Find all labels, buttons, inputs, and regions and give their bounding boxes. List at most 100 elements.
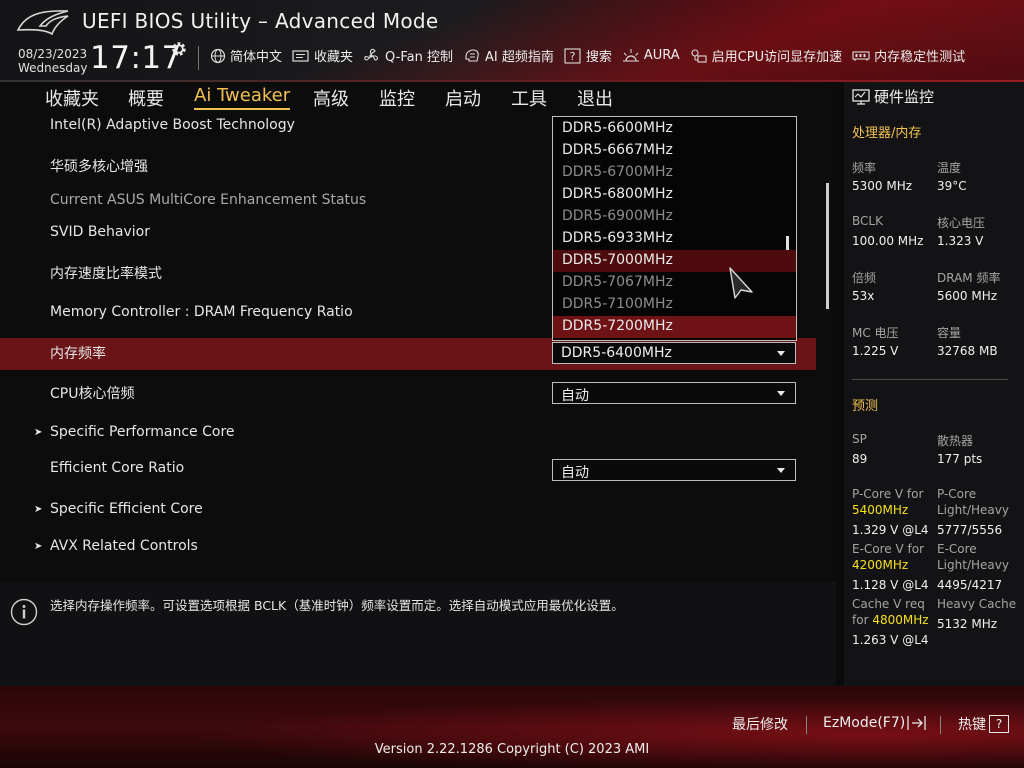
- last-modified-label: 最后修改: [732, 717, 788, 733]
- pcore-v-label: P-Core V for: [852, 487, 924, 501]
- setting-mce-status: Current ASUS MultiCore Enhancement Statu…: [50, 192, 367, 208]
- qfan-button[interactable]: Q-Fan 控制: [363, 46, 453, 65]
- tab-exit[interactable]: 退出: [577, 85, 613, 111]
- weekday-text: Wednesday: [18, 61, 88, 75]
- cache-v-label-2: for 4800MHz: [852, 613, 929, 627]
- hotkeys-label: 热键: [958, 717, 986, 733]
- search-button[interactable]: ? 搜索: [564, 46, 612, 65]
- ai-oc-guide-label: AI 超频指南: [484, 50, 554, 65]
- prediction-heading: 预测: [852, 399, 879, 414]
- ratio-label: 倍频: [852, 271, 877, 285]
- setting-efficient-core-ratio[interactable]: Efficient Core Ratio: [50, 460, 184, 476]
- memory-test-icon: [852, 50, 870, 61]
- cpu-memory-heading: 处理器/内存: [852, 126, 922, 141]
- cpu-temp-value: 39°C: [937, 179, 967, 193]
- toolbar-divider: [198, 46, 199, 70]
- cpu-vram-access-button[interactable]: 启用CPU访问显存加速: [690, 46, 842, 65]
- tab-monitor[interactable]: 监控: [379, 85, 415, 111]
- help-text: 选择内存操作频率。可设置选项根据 BCLK（基准时钟）频率设置而定。选择自动模式…: [50, 598, 624, 613]
- dropdown-option[interactable]: DDR5-6933MHz: [553, 228, 796, 250]
- aura-icon: [622, 48, 639, 61]
- sp-label: SP: [852, 432, 867, 446]
- hardware-monitor-panel: 硬件监控 处理器/内存 频率 温度 5300 MHz 39°C BCLK 核心电…: [844, 82, 1024, 686]
- tab-ai-tweaker[interactable]: Ai Tweaker: [194, 85, 291, 110]
- submenu-specific-performance-core[interactable]: Specific Performance Core: [50, 424, 235, 440]
- aura-button[interactable]: AURA: [622, 48, 680, 64]
- settings-scrollbar[interactable]: [826, 183, 829, 309]
- memory-frequency-select[interactable]: DDR5-6400MHz: [552, 342, 796, 364]
- header-bar: UEFI BIOS Utility – Advanced Mode 08/23/…: [0, 0, 1024, 82]
- tab-tool[interactable]: 工具: [511, 85, 547, 111]
- tab-boot[interactable]: 启动: [445, 85, 481, 111]
- gear-icon[interactable]: [170, 40, 188, 58]
- cache-v-value: 1.263 V @L4: [852, 633, 929, 647]
- setting-mem-ratio-mode[interactable]: 内存速度比率模式: [50, 263, 162, 283]
- dropdown-scrollbar[interactable]: [786, 236, 789, 250]
- setting-mc-dram-ratio[interactable]: Memory Controller : DRAM Frequency Ratio: [50, 304, 353, 320]
- submenu-avx-controls[interactable]: AVX Related Controls: [50, 538, 198, 554]
- tab-advanced[interactable]: 高级: [313, 85, 349, 111]
- setting-multicore-enhancement[interactable]: 华硕多核心增强: [50, 156, 148, 176]
- ecore-v-value: 1.128 V @L4: [852, 578, 929, 592]
- favorites-button[interactable]: 收藏夹: [292, 46, 353, 65]
- tab-main[interactable]: 概要: [128, 85, 164, 111]
- expand-arrow-icon: ➤: [34, 541, 43, 552]
- hotkeys-button[interactable]: 热键 ?: [958, 714, 1009, 734]
- rog-logo: [16, 10, 69, 36]
- heavy-cache-value: 5132 MHz: [937, 617, 998, 631]
- language-button[interactable]: 简体中文: [210, 46, 282, 65]
- main-menu-tabs: 收藏夹 概要 Ai Tweaker 高级 监控 启动 工具 退出: [0, 82, 836, 112]
- info-icon: [10, 598, 38, 626]
- setting-memory-frequency[interactable]: 内存频率: [50, 343, 106, 363]
- pcore-lh-value: 5777/5556: [937, 523, 1003, 537]
- submenu-specific-efficient-core[interactable]: Specific Efficient Core: [50, 501, 203, 517]
- dropdown-option-hovered[interactable]: DDR5-7000MHz: [553, 250, 796, 272]
- ecore-lh-value: 4495/4217: [937, 578, 1003, 592]
- pcore-v-freq: 5400MHz: [852, 503, 909, 517]
- dropdown-option[interactable]: DDR5-6800MHz: [553, 184, 796, 206]
- date-text: 08/23/2023: [18, 47, 88, 61]
- setting-svid-behavior[interactable]: SVID Behavior: [50, 224, 150, 240]
- dropdown-option[interactable]: DDR5-7100MHz: [553, 294, 796, 316]
- svg-text:?: ?: [569, 50, 575, 63]
- cache-v-freq: 4800MHz: [872, 613, 929, 627]
- efficient-core-ratio-value: 自动: [561, 465, 589, 481]
- help-panel: 选择内存操作频率。可设置选项根据 BCLK（基准时钟）频率设置而定。选择自动模式…: [0, 582, 836, 686]
- setting-cpu-core-ratio[interactable]: CPU核心倍频: [50, 383, 134, 403]
- cpu-temp-label: 温度: [937, 161, 962, 175]
- globe-icon: [210, 48, 226, 63]
- cpu-freq-value: 5300 MHz: [852, 179, 913, 193]
- cache-v-label: Cache V req: [852, 597, 925, 611]
- dropdown-option[interactable]: DDR5-6900MHz: [553, 206, 796, 228]
- cpu-access-icon: [691, 48, 707, 63]
- cooler-value: 177 pts: [937, 452, 983, 466]
- tab-favorites[interactable]: 收藏夹: [45, 85, 99, 111]
- dropdown-option[interactable]: DDR5-6700MHz: [553, 162, 796, 184]
- bclk-label: BCLK: [852, 214, 883, 228]
- dropdown-option[interactable]: DDR5-7067MHz: [553, 272, 796, 294]
- ezmode-button[interactable]: EzMode(F7): [823, 714, 929, 732]
- ai-oc-guide-button[interactable]: AI 超频指南: [463, 46, 554, 65]
- language-label: 简体中文: [230, 50, 283, 65]
- version-text: Version 2.22.1286 Copyright (C) 2023 AMI: [374, 742, 650, 757]
- setting-intel-adaptive-boost[interactable]: Intel(R) Adaptive Boost Technology: [50, 117, 295, 133]
- dropdown-option[interactable]: DDR5-6600MHz: [553, 118, 796, 140]
- mc-voltage-label: MC 电压: [852, 326, 899, 340]
- cpu-core-ratio-value: 自动: [561, 388, 589, 404]
- footer-bar: 最后修改 EzMode(F7) 热键 ? Version 2.22.1286 C…: [0, 686, 1024, 768]
- last-modified-button[interactable]: 最后修改: [732, 714, 788, 734]
- cooler-label: 散热器: [937, 434, 974, 448]
- ratio-value: 53x: [852, 289, 875, 303]
- fan-icon: [364, 48, 379, 61]
- expand-arrow-icon: ➤: [34, 427, 43, 438]
- pcore-v-value: 1.329 V @L4: [852, 523, 929, 537]
- dropdown-option[interactable]: DDR5-6667MHz: [553, 140, 796, 162]
- footer-divider: [806, 716, 807, 734]
- ecore-lh-label: E-Core: [937, 542, 977, 556]
- cpu-core-ratio-select[interactable]: 自动: [552, 382, 796, 404]
- memory-stability-test-label: 内存稳定性测试: [874, 50, 966, 65]
- dropdown-option-selected[interactable]: DDR5-7200MHz: [553, 316, 796, 338]
- cpu-freq-label: 频率: [852, 161, 877, 175]
- efficient-core-ratio-select[interactable]: 自动: [552, 459, 796, 481]
- memory-stability-test-button[interactable]: 内存稳定性测试: [852, 46, 965, 65]
